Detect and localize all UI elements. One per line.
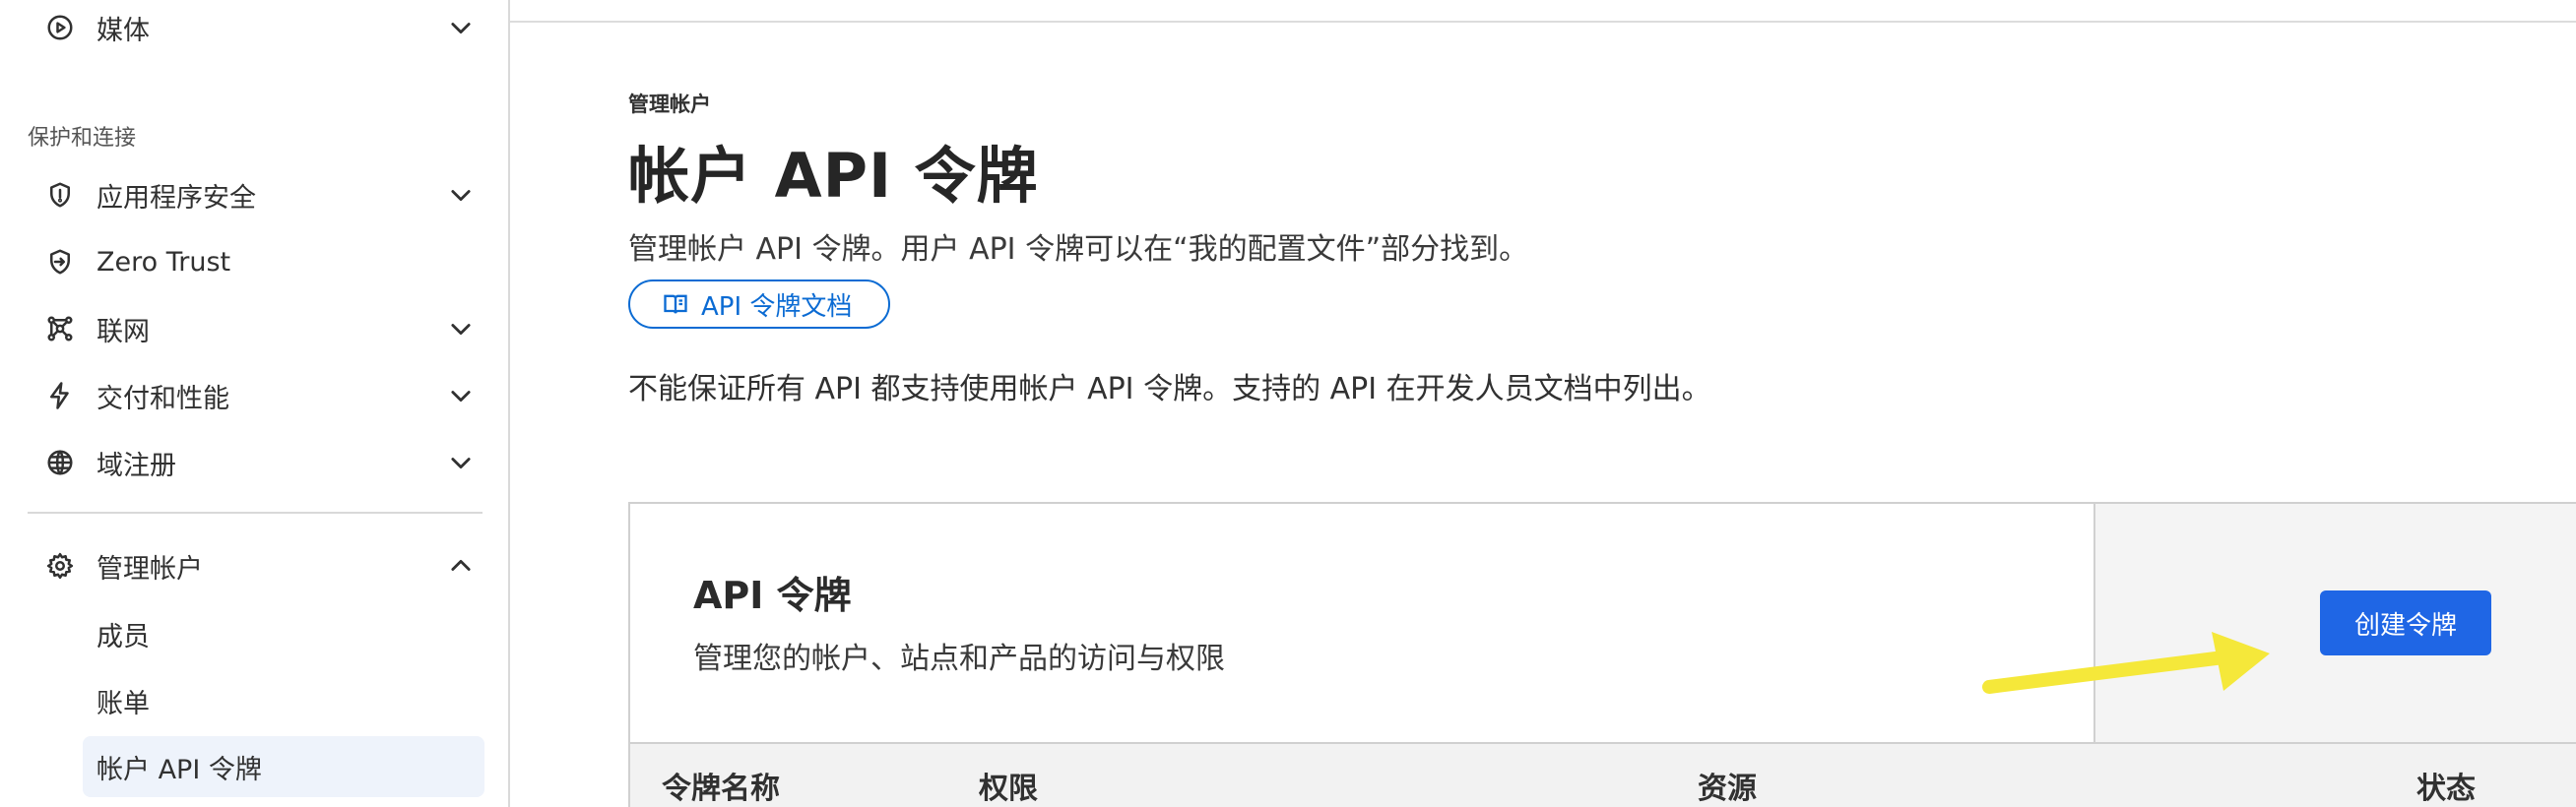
chevron-down-icon[interactable] xyxy=(441,0,481,57)
sidebar-item-label: 交付和性能 xyxy=(97,383,229,414)
page-description: 管理帐户 API 令牌。用户 API 令牌可以在“我的配置文件”部分找到。 xyxy=(628,232,1529,267)
sidebar-subitem-billing[interactable]: 账单 xyxy=(83,670,484,731)
sidebar-item-manage-account[interactable]: 管理帐户 xyxy=(28,536,481,595)
sidebar-item-domain-registration[interactable]: 域注册 xyxy=(28,433,481,492)
gear-icon xyxy=(28,536,97,595)
table-header: 令牌名称 权限 资源 状态 xyxy=(630,742,2576,807)
play-circle-icon xyxy=(28,0,97,57)
sidebar-section-title: 保护和连接 xyxy=(28,126,137,151)
chevron-down-icon[interactable] xyxy=(441,366,481,425)
column-header-status[interactable]: 状态 xyxy=(2416,764,2476,807)
chevron-down-icon[interactable] xyxy=(441,165,481,224)
card-header: API 令牌 管理您的帐户、站点和产品的访问与权限 xyxy=(630,504,2093,742)
sidebar: 媒体 保护和连接 应用程序安全 Zero Trust 联网 交付和性能 域注册 … xyxy=(0,0,510,807)
support-notice: 不能保证所有 API 都支持使用帐户 API 令牌。支持的 API 在开发人员文… xyxy=(628,372,1711,406)
sidebar-subitem-members[interactable]: 成员 xyxy=(83,603,484,664)
chevron-down-icon[interactable] xyxy=(441,299,481,358)
page-title: 帐户 API 令牌 xyxy=(628,140,1039,212)
column-header-token-name[interactable]: 令牌名称 xyxy=(662,764,780,807)
chevron-down-icon[interactable] xyxy=(441,433,481,492)
sidebar-item-label: Zero Trust xyxy=(97,246,231,278)
api-token-docs-label: API 令牌文档 xyxy=(701,291,853,322)
column-header-resources[interactable]: 资源 xyxy=(1698,764,1757,807)
sidebar-item-label: 联网 xyxy=(97,316,150,347)
breadcrumb: 管理帐户 xyxy=(628,93,711,116)
zero-trust-icon xyxy=(28,232,97,291)
sidebar-divider xyxy=(28,512,483,514)
sidebar-item-delivery[interactable]: 交付和性能 xyxy=(28,366,481,425)
card-subtitle: 管理您的帐户、站点和产品的访问与权限 xyxy=(693,642,1225,676)
api-token-docs-button[interactable]: API 令牌文档 xyxy=(628,279,890,329)
sidebar-item-label: 域注册 xyxy=(97,450,176,481)
sidebar-item-media[interactable]: 媒体 xyxy=(28,0,481,57)
network-icon xyxy=(28,299,97,358)
annotation-arrow-icon xyxy=(1982,632,2270,694)
shield-icon xyxy=(28,165,97,224)
bolt-icon xyxy=(28,366,97,425)
card-title: API 令牌 xyxy=(693,574,852,617)
sidebar-item-networking[interactable]: 联网 xyxy=(28,299,481,358)
chevron-up-icon[interactable] xyxy=(441,536,481,595)
globe-icon xyxy=(28,433,97,492)
sidebar-item-app-security[interactable]: 应用程序安全 xyxy=(28,165,481,224)
sidebar-item-zero-trust[interactable]: Zero Trust xyxy=(28,232,481,291)
book-icon xyxy=(664,294,687,314)
sidebar-item-label: 媒体 xyxy=(97,15,150,46)
sidebar-item-label: 管理帐户 xyxy=(97,553,203,585)
sidebar-subitem-account-api-tokens[interactable]: 帐户 API 令牌 xyxy=(83,736,484,797)
create-token-button[interactable]: 创建令牌 xyxy=(2320,590,2491,655)
sidebar-item-label: 应用程序安全 xyxy=(97,182,256,214)
column-header-permissions[interactable]: 权限 xyxy=(979,764,1038,807)
